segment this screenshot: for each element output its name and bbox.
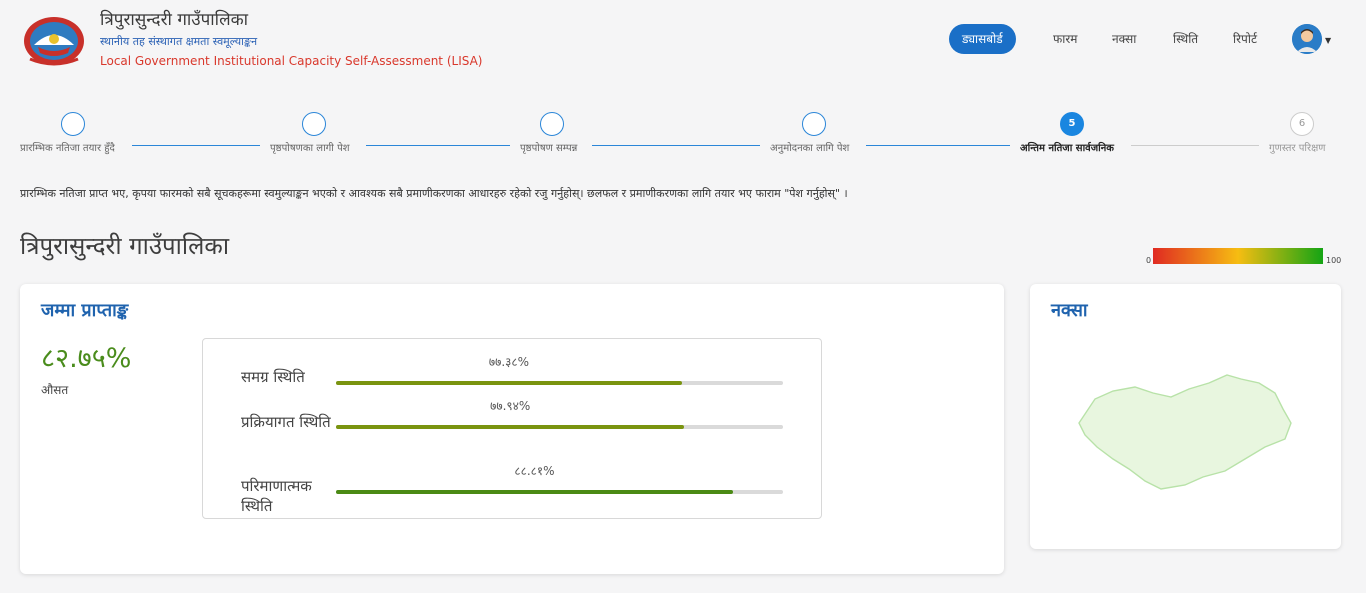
bar-fill — [336, 425, 685, 429]
progress-stepper: प्रारम्भिक नतिजा तयार हुँदै पृष्ठपोषणका … — [0, 112, 1366, 160]
map-card-title: नक्सा — [1051, 300, 1088, 321]
municipality-shape[interactable] — [1078, 374, 1292, 490]
bar-track — [336, 425, 783, 429]
bar-fill — [336, 381, 682, 385]
step-connector — [1131, 145, 1259, 146]
instruction-text: प्रारम्भिक नतिजा प्राप्त भए, कृपया फारमक… — [20, 187, 848, 200]
step-3-label: पृष्ठपोषण सम्पन्न — [520, 143, 578, 154]
step-1-circle — [61, 112, 85, 136]
step-6-circle: 6 — [1290, 112, 1314, 136]
step-5-label: अन्तिम नतिजा सार्वजनिक — [1020, 143, 1114, 154]
total-score: ८२.७५% — [41, 343, 132, 374]
step-5-circle: 5 — [1060, 112, 1084, 136]
step-3-circle — [540, 112, 564, 136]
legend-max-label: 100 — [1326, 256, 1342, 265]
score-card: जम्मा प्राप्ताङ्क ८२.७५% औसत ७७.३८% समग्… — [20, 284, 1004, 574]
user-avatar[interactable] — [1292, 24, 1322, 54]
page-title: त्रिपुरासुन्दरी गाउँपालिका — [20, 232, 230, 260]
bar-value-label: ७७.९४% — [490, 399, 531, 413]
header: त्रिपुरासुन्दरी गाउँपालिका स्थानीय तह सं… — [0, 0, 1366, 80]
bar-name-label: समग्र स्थिति — [241, 368, 305, 386]
municipality-map[interactable] — [1075, 369, 1295, 499]
step-connector — [866, 145, 1010, 146]
chevron-down-icon[interactable]: ▼ — [1325, 36, 1331, 45]
map-card: नक्सा — [1030, 284, 1341, 549]
nav-report[interactable]: रिपोर्ट — [1233, 24, 1257, 54]
step-2-circle — [302, 112, 326, 136]
step-4-label: अनुमोदनका लागि पेश — [770, 143, 850, 154]
step-4-circle — [802, 112, 826, 136]
score-color-legend — [1153, 248, 1323, 264]
nav-map[interactable]: नक्सा — [1112, 24, 1136, 54]
bar-value-label: ८८.८१% — [514, 464, 555, 478]
legend-min-label: 0 — [1146, 256, 1152, 265]
score-label: औसत — [41, 383, 69, 397]
nav-form[interactable]: फारम — [1053, 24, 1077, 54]
user-icon — [1292, 24, 1322, 54]
bar-track — [336, 381, 783, 385]
nav-status[interactable]: स्थिति — [1173, 24, 1198, 54]
org-subtitle-en: Local Government Institutional Capacity … — [100, 54, 483, 68]
top-nav: ड्यासबोर्ड फारम नक्सा स्थिति रिपोर्ट ▼ — [0, 24, 1366, 56]
step-connector — [366, 145, 510, 146]
step-6-label: गुणस्तर परिक्षण — [1269, 143, 1326, 154]
step-connector — [592, 145, 760, 146]
score-card-title: जम्मा प्राप्ताङ्क — [41, 300, 129, 321]
bar-name-label: प्रक्रियागत स्थिति — [241, 413, 331, 431]
bar-track — [336, 490, 783, 494]
step-2-label: पृष्ठपोषणका लागी पेश — [270, 143, 350, 154]
bar-name-label: परिमाणात्मक स्थिति — [241, 477, 312, 515]
bar-fill — [336, 490, 733, 494]
step-connector — [132, 145, 260, 146]
step-1-label: प्रारम्भिक नतिजा तयार हुँदै — [20, 143, 115, 154]
status-bar-panel: ७७.३८% समग्र स्थिति ७७.९४% प्रक्रियागत स… — [202, 338, 822, 519]
nav-dashboard[interactable]: ड्यासबोर्ड — [949, 24, 1016, 54]
bar-value-label: ७७.३८% — [488, 355, 530, 369]
